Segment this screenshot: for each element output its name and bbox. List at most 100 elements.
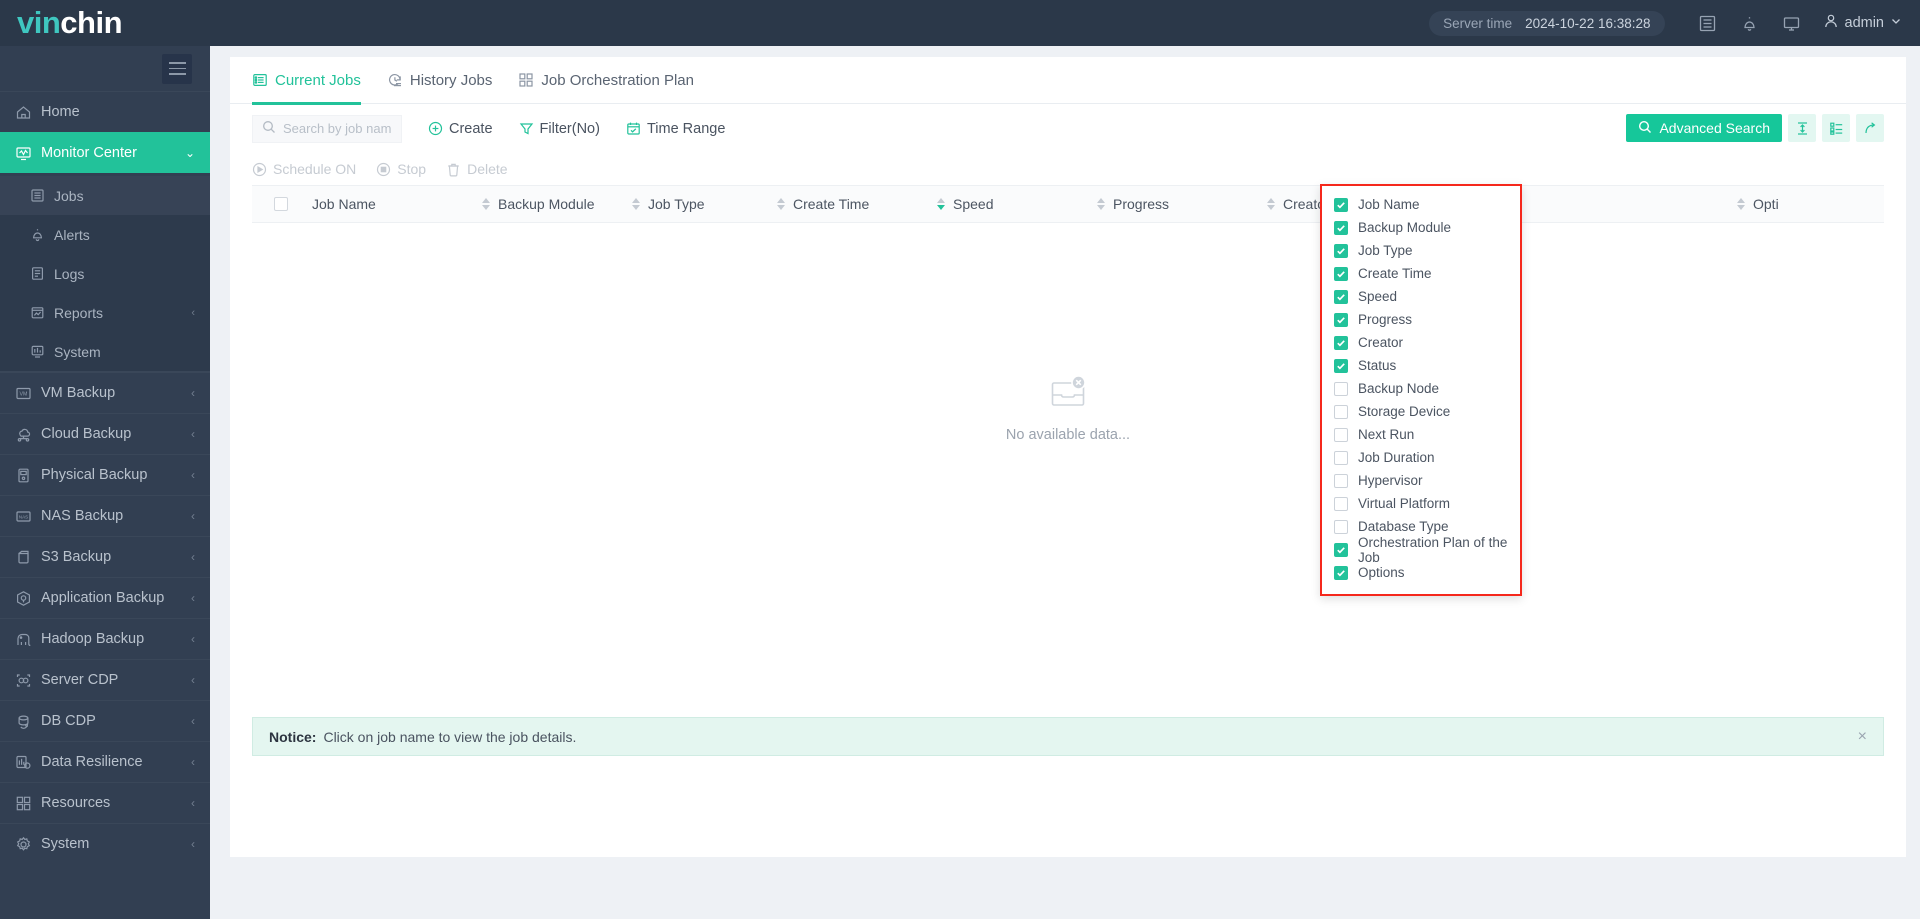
list-icon[interactable] (1687, 8, 1729, 38)
sidebar-item-s3-backup[interactable]: S3 Backup‹ (0, 536, 210, 577)
column-option-progress[interactable]: Progress (1322, 308, 1520, 331)
column-header-speed[interactable]: Speed (937, 196, 1097, 212)
logo-part-vin: vin (17, 5, 60, 40)
checkbox-icon[interactable] (1334, 313, 1348, 327)
checkbox-icon[interactable] (1334, 474, 1348, 488)
column-option-create-time[interactable]: Create Time (1322, 262, 1520, 285)
column-option-hypervisor[interactable]: Hypervisor (1322, 469, 1520, 492)
bell-icon[interactable] (1729, 8, 1771, 38)
monitor-icon[interactable] (1771, 8, 1813, 38)
tab-current-jobs[interactable]: Current Jobs (252, 57, 361, 104)
sidebar-item-monitor-center[interactable]: Monitor Center⌄ (0, 132, 210, 173)
column-option-speed[interactable]: Speed (1322, 285, 1520, 308)
checkbox-icon[interactable] (1334, 497, 1348, 511)
create-button[interactable]: Create (428, 121, 493, 137)
sidebar-item-hadoop-backup[interactable]: Hadoop Backup‹ (0, 618, 210, 659)
column-option-storage-device[interactable]: Storage Device (1322, 400, 1520, 423)
user-name-label: admin (1845, 15, 1885, 31)
db-cdp-icon (15, 713, 41, 730)
column-option-virtual-platform[interactable]: Virtual Platform (1322, 492, 1520, 515)
sidebar-item-db-cdp[interactable]: DB CDP‹ (0, 700, 210, 741)
tab-job-orchestration-plan[interactable]: Job Orchestration Plan (518, 57, 694, 104)
close-icon[interactable]: × (1858, 728, 1867, 746)
column-header-opti[interactable]: Opti (1737, 196, 1837, 212)
column-option-label: Job Duration (1358, 450, 1435, 465)
stop-button[interactable]: Stop (376, 161, 426, 177)
checkbox-icon[interactable] (1334, 267, 1348, 281)
sidebar-item-home[interactable]: Home (0, 91, 210, 132)
checkbox-icon[interactable] (1334, 221, 1348, 235)
column-option-job-name[interactable]: Job Name (1322, 193, 1520, 216)
sidebar-item-label: Monitor Center (41, 145, 185, 161)
sort-icon[interactable] (1267, 198, 1275, 210)
sidebar-item-data-resilience[interactable]: Data Resilience‹ (0, 741, 210, 782)
time-range-button[interactable]: Time Range (626, 121, 725, 137)
sidebar-item-resources[interactable]: Resources‹ (0, 782, 210, 823)
sidebar-item-system[interactable]: System‹ (0, 823, 210, 864)
column-option-status[interactable]: Status (1322, 354, 1520, 377)
app-logo[interactable]: vinchin (0, 0, 122, 46)
tab-history-jobs[interactable]: History Jobs (387, 57, 493, 104)
column-option-job-duration[interactable]: Job Duration (1322, 446, 1520, 469)
column-settings-icon[interactable] (1822, 114, 1850, 142)
export-icon[interactable] (1856, 114, 1884, 142)
checkbox-icon[interactable] (1334, 359, 1348, 373)
sidebar-subitem-logs[interactable]: Logs (0, 254, 210, 293)
checkbox-icon[interactable] (1334, 290, 1348, 304)
column-option-label: Database Type (1358, 519, 1449, 534)
user-icon (1823, 13, 1839, 33)
toolbar-right-group: Advanced Search (1626, 114, 1884, 142)
column-option-job-type[interactable]: Job Type (1322, 239, 1520, 262)
hamburger-toggle-icon[interactable] (162, 54, 192, 84)
sort-icon[interactable] (1097, 198, 1105, 210)
column-option-backup-module[interactable]: Backup Module (1322, 216, 1520, 239)
checkbox-icon[interactable] (1334, 543, 1348, 557)
sidebar-item-application-backup[interactable]: Application Backup‹ (0, 577, 210, 618)
column-option-backup-node[interactable]: Backup Node (1322, 377, 1520, 400)
sidebar-item-cloud-backup[interactable]: Cloud Backup‹ (0, 413, 210, 454)
select-all-checkbox[interactable] (274, 197, 312, 211)
column-header-job-name[interactable]: Job Name (312, 196, 482, 212)
column-header-progress[interactable]: Progress (1097, 196, 1267, 212)
checkbox-icon[interactable] (1334, 336, 1348, 350)
sidebar-item-nas-backup[interactable]: NASNAS Backup‹ (0, 495, 210, 536)
svg-text:NAS: NAS (19, 514, 28, 519)
sidebar-item-physical-backup[interactable]: Physical Backup‹ (0, 454, 210, 495)
checkbox-icon[interactable] (1334, 428, 1348, 442)
schedule-on-button[interactable]: Schedule ON (252, 161, 356, 177)
column-option-label: Virtual Platform (1358, 496, 1450, 511)
delete-button[interactable]: Delete (446, 161, 507, 177)
sort-icon[interactable] (937, 198, 945, 210)
column-option-orchestration-plan-of-the-job[interactable]: Orchestration Plan of the Job (1322, 538, 1520, 561)
sort-icon[interactable] (1737, 198, 1745, 210)
sidebar-item-server-cdp[interactable]: Server CDP‹ (0, 659, 210, 700)
sort-icon[interactable] (632, 198, 640, 210)
column-option-next-run[interactable]: Next Run (1322, 423, 1520, 446)
filter-button[interactable]: Filter(No) (519, 121, 600, 137)
search-box[interactable] (252, 115, 402, 143)
column-header-job-type[interactable]: Job Type (632, 196, 777, 212)
action-label: Schedule ON (273, 161, 356, 177)
checkbox-icon[interactable] (1334, 244, 1348, 258)
checkbox-icon[interactable] (1334, 520, 1348, 534)
row-height-icon[interactable] (1788, 114, 1816, 142)
search-input[interactable] (283, 121, 392, 136)
checkbox-icon[interactable] (1334, 405, 1348, 419)
checkbox-icon[interactable] (1334, 566, 1348, 580)
column-header-create-time[interactable]: Create Time (777, 196, 937, 212)
user-account-menu[interactable]: admin (1823, 13, 1903, 33)
advanced-search-button[interactable]: Advanced Search (1626, 114, 1782, 142)
sidebar-item-vm-backup[interactable]: VMVM Backup‹ (0, 372, 210, 413)
sort-icon[interactable] (482, 198, 490, 210)
sidebar-subitem-reports[interactable]: Reports‹ (0, 293, 210, 332)
column-option-creator[interactable]: Creator (1322, 331, 1520, 354)
checkbox-icon[interactable] (1334, 451, 1348, 465)
sort-icon[interactable] (777, 198, 785, 210)
reports-icon (30, 305, 54, 320)
checkbox-icon[interactable] (1334, 198, 1348, 212)
checkbox-icon[interactable] (1334, 382, 1348, 396)
column-header-backup-module[interactable]: Backup Module (482, 196, 632, 212)
sidebar-subitem-jobs[interactable]: Jobs (0, 176, 210, 215)
sidebar-subitem-alerts[interactable]: Alerts (0, 215, 210, 254)
sidebar-subitem-system[interactable]: System (0, 332, 210, 371)
